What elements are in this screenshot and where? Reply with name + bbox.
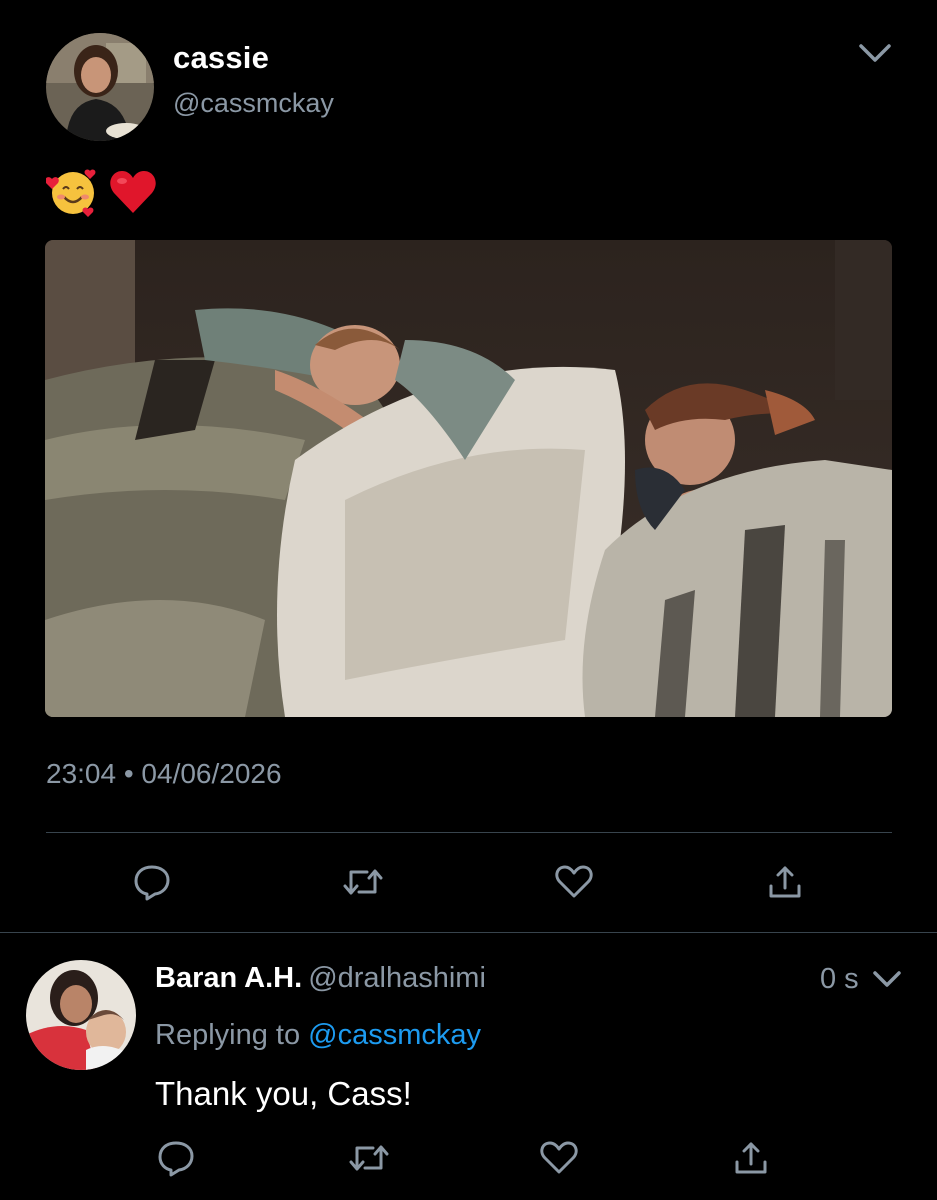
reply-button[interactable] [128,858,176,906]
reply-header: Baran A.H. @dralhashimi [155,962,486,995]
replying-to-link[interactable]: @cassmckay [308,1019,481,1051]
red-heart-icon [110,171,156,213]
replying-to: Replying to @cassmckay [155,1019,481,1052]
display-name[interactable]: Baran A.H. [155,962,302,994]
retweet-button[interactable] [339,858,387,906]
reply-icon [134,865,170,901]
tweet-photo[interactable] [45,240,892,717]
share-icon [735,1142,767,1174]
retweet-icon [343,869,383,895]
reply-icon [158,1141,194,1177]
avatar[interactable] [26,960,136,1070]
divider [0,932,937,933]
like-button[interactable] [535,1134,583,1182]
share-button[interactable] [761,858,809,906]
share-button[interactable] [727,1134,775,1182]
smiling-face-with-hearts-icon [46,169,96,217]
reply-age[interactable]: 0 s [820,963,859,996]
share-icon [769,866,801,898]
chevron-down-icon[interactable] [855,38,895,68]
avatar[interactable] [46,33,154,141]
retweet-button[interactable] [345,1134,393,1182]
display-name[interactable]: cassie [173,40,269,76]
reply-text: Thank you, Cass! [155,1075,412,1112]
heart-icon [540,1141,578,1174]
heart-icon [555,865,593,898]
chevron-down-icon[interactable] [870,966,904,994]
user-handle[interactable]: @cassmckay [173,88,334,119]
user-handle[interactable]: @dralhashimi [308,962,486,994]
reply-button[interactable] [152,1134,200,1182]
retweet-icon [349,1145,389,1171]
like-button[interactable] [550,858,598,906]
tweet-text [46,165,160,219]
divider [46,832,892,833]
tweet-timestamp[interactable]: 23:04 • 04/06/2026 [46,758,282,790]
replying-prefix: Replying to [155,1019,301,1051]
